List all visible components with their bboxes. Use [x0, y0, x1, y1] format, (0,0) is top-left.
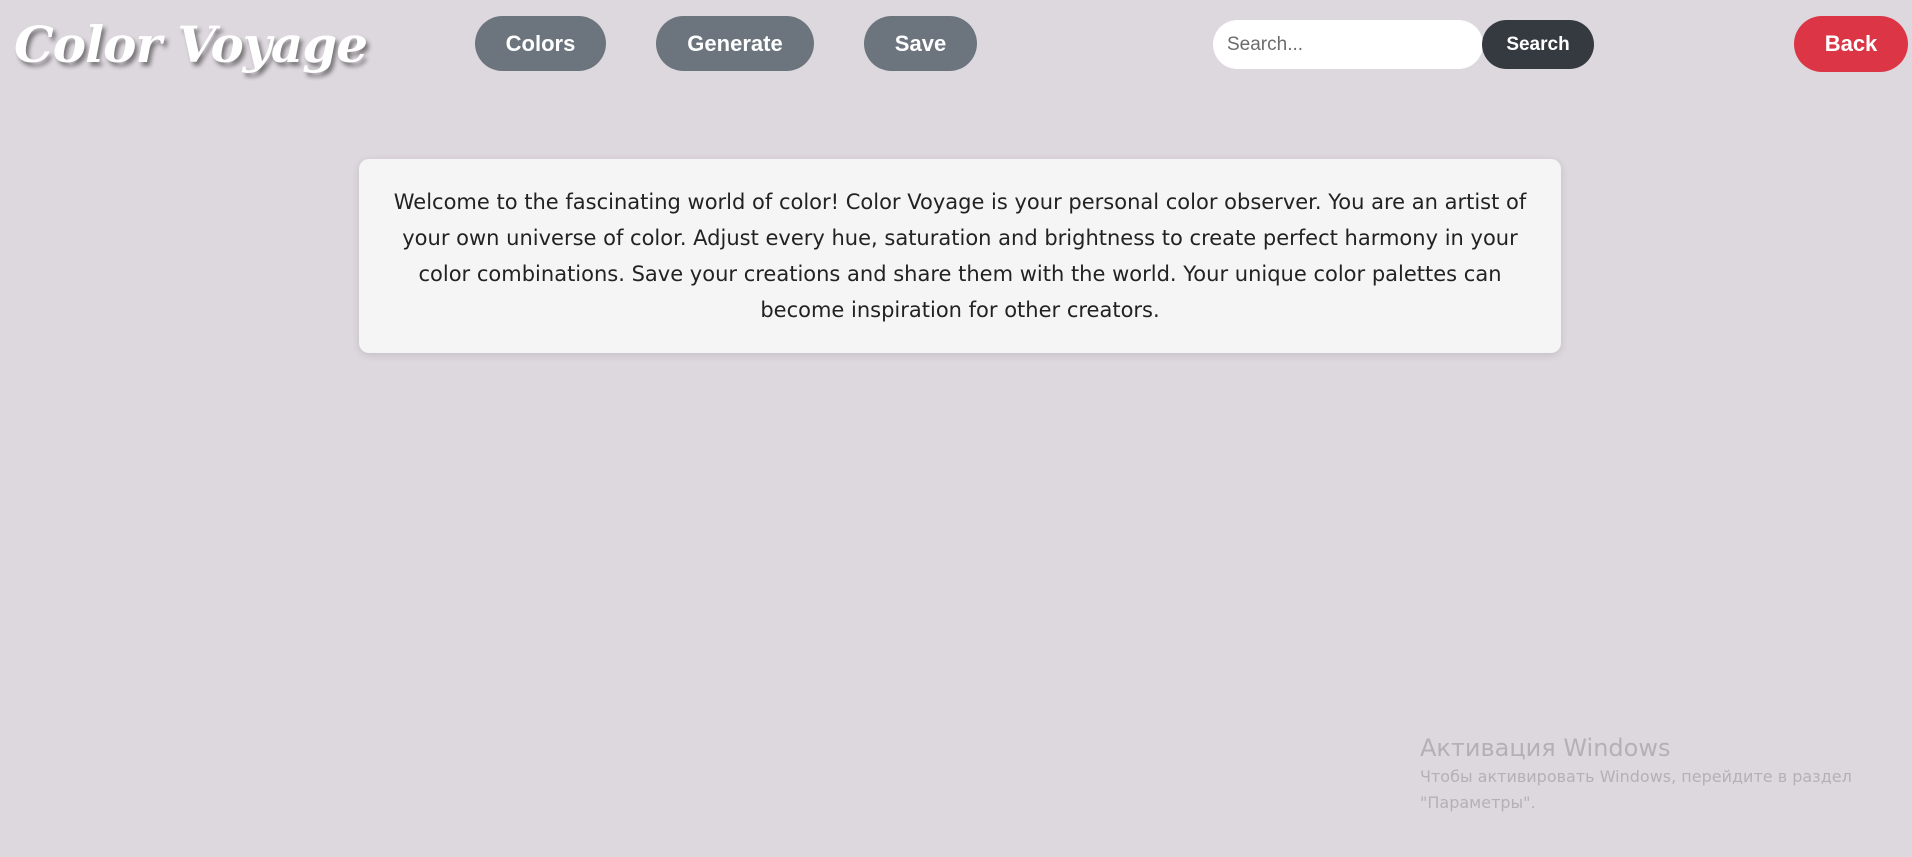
search-button[interactable]: Search [1482, 20, 1594, 69]
search-input[interactable] [1213, 20, 1483, 69]
watermark-subtitle: Чтобы активировать Windows, перейдите в … [1420, 767, 1852, 812]
welcome-card: Welcome to the fascinating world of colo… [359, 159, 1561, 353]
welcome-text: Welcome to the fascinating world of colo… [393, 190, 1527, 322]
colors-nav-button[interactable]: Colors [475, 16, 606, 71]
generate-nav-button[interactable]: Generate [656, 16, 814, 71]
watermark-title: Активация Windows [1420, 734, 1671, 762]
app-logo: Color Voyage [14, 15, 368, 74]
windows-activation-watermark: Активация Windows Чтобы активировать Win… [1420, 732, 1900, 816]
save-nav-button[interactable]: Save [864, 16, 977, 71]
back-button[interactable]: Back [1794, 16, 1908, 72]
